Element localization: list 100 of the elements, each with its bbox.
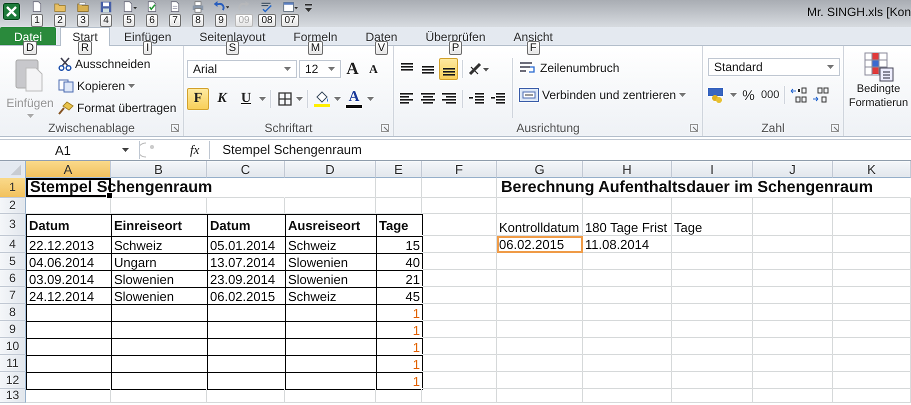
- wrap-text-button[interactable]: Zeilenumbruch: [518, 58, 688, 77]
- column-header[interactable]: J: [753, 161, 833, 178]
- group-label: Schriftart: [264, 120, 312, 134]
- column-header[interactable]: I: [672, 161, 753, 178]
- column-header[interactable]: F: [422, 161, 497, 178]
- decimal-decrease-icon: [812, 87, 830, 103]
- font-style-button[interactable]: U: [235, 88, 257, 110]
- font-family-field[interactable]: Arial: [187, 60, 297, 78]
- thousands-button[interactable]: 000: [760, 84, 780, 106]
- column-header[interactable]: G: [497, 161, 583, 178]
- merge-center-button[interactable]: Verbinden und zentrieren: [518, 85, 688, 104]
- keytip-badge: D: [23, 41, 37, 55]
- keytip-badge: F: [526, 41, 540, 55]
- align-center-icon: [420, 92, 436, 106]
- conditional-format-icon: [864, 52, 894, 82]
- row-header[interactable]: 8: [0, 304, 26, 321]
- number-format-field[interactable]: Standard: [708, 58, 840, 76]
- formula-field[interactable]: Stempel Schengenraum: [209, 141, 911, 159]
- row-header[interactable]: 11: [0, 355, 26, 372]
- dialog-launcher-icon[interactable]: [690, 124, 698, 132]
- indent-increase-icon: [490, 92, 506, 106]
- row-header[interactable]: 13: [0, 389, 26, 403]
- keytip-badge: 08: [258, 14, 276, 27]
- caret-icon[interactable]: [730, 93, 737, 97]
- column-header[interactable]: H: [583, 161, 672, 178]
- column-header[interactable]: A: [26, 161, 111, 178]
- spreadsheet-app-icon[interactable]: [3, 3, 20, 20]
- row-header[interactable]: 12: [0, 372, 26, 389]
- spellcheck-icon[interactable]: [260, 1, 274, 13]
- row-header[interactable]: 3: [0, 214, 26, 236]
- copy-button[interactable]: Kopieren: [57, 76, 178, 95]
- cut-button[interactable]: Ausschneiden: [57, 54, 178, 73]
- keytip-badge: 3: [77, 14, 89, 27]
- row-header[interactable]: 10: [0, 338, 26, 355]
- dialog-launcher-icon[interactable]: [171, 124, 179, 132]
- font-size-field[interactable]: 12: [299, 60, 341, 78]
- row-header[interactable]: 2: [0, 198, 26, 214]
- format-painter-button[interactable]: Format übertragen: [57, 98, 178, 117]
- printer-icon[interactable]: [192, 1, 204, 13]
- document-icon[interactable]: [122, 1, 136, 13]
- document-icon[interactable]: [169, 1, 181, 13]
- grow-font-button[interactable]: A: [343, 58, 362, 80]
- column-header[interactable]: B: [111, 161, 207, 178]
- caret-icon[interactable]: [296, 97, 303, 101]
- caret-icon: [122, 148, 129, 152]
- keytip-badge: 5: [123, 14, 135, 27]
- percent-button[interactable]: %: [739, 84, 758, 106]
- row-header[interactable]: 7: [0, 287, 26, 304]
- document-check-icon[interactable]: [146, 1, 158, 13]
- keytip-badge: R: [78, 41, 92, 55]
- row-header[interactable]: 6: [0, 270, 26, 287]
- dialog-launcher-icon[interactable]: [831, 124, 839, 132]
- font-style-button[interactable]: F: [187, 88, 209, 110]
- row-header[interactable]: 5: [0, 253, 26, 270]
- row-header[interactable]: 4: [0, 236, 26, 253]
- borders-icon: [278, 92, 292, 106]
- caret-icon[interactable]: [259, 97, 266, 101]
- keytip-badge: V: [374, 41, 388, 55]
- merge-cells-icon: [519, 88, 539, 102]
- dialog-launcher-icon[interactable]: [381, 124, 389, 132]
- group-label: Zahl: [761, 120, 785, 134]
- keytip-badge: P: [448, 41, 462, 55]
- column-header[interactable]: K: [833, 161, 911, 178]
- column-header[interactable]: E: [376, 161, 422, 178]
- name-box[interactable]: A1: [0, 141, 140, 159]
- column-header[interactable]: D: [285, 161, 376, 178]
- keytip-badge: 09: [235, 14, 253, 27]
- caret-icon: [679, 92, 686, 96]
- font-style-button[interactable]: K: [211, 88, 233, 110]
- table-cell: 1: [376, 372, 423, 390]
- folder-icon[interactable]: [77, 1, 89, 13]
- keytip-badge: S: [226, 41, 240, 55]
- indent-decrease-icon: [468, 92, 484, 106]
- column-header[interactable]: C: [207, 161, 285, 178]
- caret-icon: [284, 67, 291, 71]
- shrink-font-button[interactable]: A: [364, 58, 383, 80]
- font-color-button[interactable]: A: [343, 88, 365, 110]
- keytip-badge: 07: [281, 14, 299, 27]
- keytip-badge: 4: [100, 14, 112, 27]
- document-icon[interactable]: [31, 1, 43, 13]
- decimal-increase-icon: [790, 87, 808, 103]
- caret-icon[interactable]: [367, 97, 374, 101]
- vertical-align-button[interactable]: [439, 58, 458, 80]
- window-icon[interactable]: [282, 1, 298, 13]
- caret-icon[interactable]: [334, 97, 341, 101]
- label-cell: Tage: [672, 214, 753, 236]
- wrap-text-icon: [519, 60, 537, 74]
- empty-cell: [376, 389, 422, 403]
- undo-icon[interactable]: [212, 1, 230, 13]
- keytip-badge: 9: [215, 14, 227, 27]
- save-icon[interactable]: [100, 1, 112, 13]
- conditional-formatting-button[interactable]: Bedingte Formatierun: [844, 46, 911, 110]
- text-angle-icon: [468, 62, 490, 76]
- row-header[interactable]: 9: [0, 321, 26, 338]
- caret-icon: [827, 65, 834, 69]
- scissors-icon: [58, 56, 72, 70]
- paint-bucket-icon: [313, 91, 331, 107]
- caret-icon: [128, 84, 136, 88]
- row-header[interactable]: 1: [0, 178, 26, 198]
- insert-function-button[interactable]: fx: [190, 142, 200, 158]
